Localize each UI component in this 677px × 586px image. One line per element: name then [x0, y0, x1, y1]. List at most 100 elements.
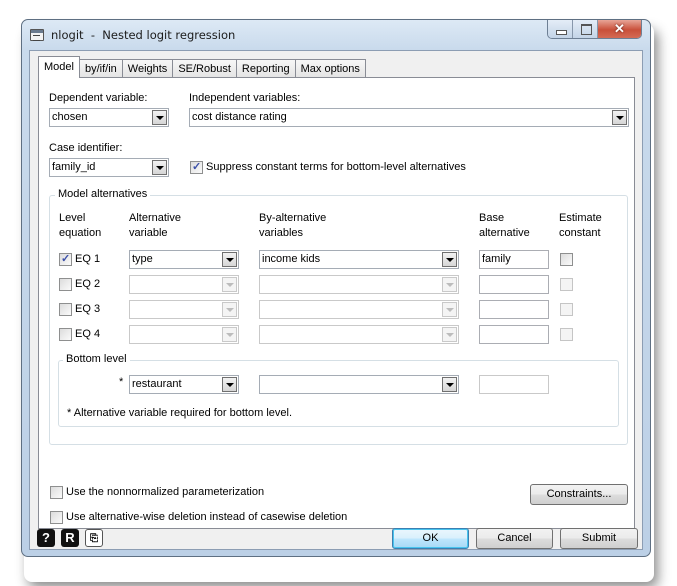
- tab-by-if-in[interactable]: by/if/in: [78, 59, 123, 78]
- eq1-base-alternative-input[interactable]: family: [479, 250, 549, 269]
- eq2-alternative-combo[interactable]: [129, 275, 239, 294]
- eq1-alternative-combo[interactable]: type: [129, 250, 239, 269]
- tab-se-robust[interactable]: SE/Robust: [172, 59, 237, 78]
- tab-weights[interactable]: Weights: [121, 59, 174, 78]
- header-variable: variable: [129, 227, 168, 239]
- eq3-by-alternative-combo[interactable]: [259, 300, 459, 319]
- dropdown-arrow-icon[interactable]: [612, 110, 627, 125]
- tab-model[interactable]: Model: [38, 56, 80, 78]
- eq4-alternative-combo[interactable]: [129, 325, 239, 344]
- eq4-checkbox[interactable]: [59, 328, 72, 341]
- caption-buttons: ✕: [547, 20, 642, 39]
- eq3-checkbox[interactable]: [59, 303, 72, 316]
- help-icon[interactable]: ?: [37, 529, 55, 547]
- eq2-base-alternative-input[interactable]: [479, 275, 549, 294]
- model-tab-panel: Dependent variable: chosen Independent v…: [38, 77, 635, 529]
- eq4-estimate-constant-checkbox[interactable]: [560, 328, 573, 341]
- submit-button[interactable]: Submit: [560, 528, 638, 549]
- close-icon: ✕: [614, 21, 625, 36]
- case-identifier-combo[interactable]: family_id: [49, 158, 169, 177]
- model-alternatives-group: Model alternatives Level equation Altern…: [49, 188, 628, 445]
- eq4-base-alternative-input[interactable]: [479, 325, 549, 344]
- suppress-constant-checkbox[interactable]: [190, 160, 203, 174]
- bottom-level-group: Bottom level * restaurant * Alternative …: [58, 353, 619, 427]
- case-identifier-label: Case identifier:: [49, 142, 123, 154]
- bottom-level-note: * Alternative variable required for bott…: [67, 407, 293, 419]
- eq1-base-alternative-value: family: [482, 253, 511, 265]
- case-identifier-value: family_id: [52, 161, 96, 173]
- suppress-constant-label: Suppress constant terms for bottom-level…: [206, 161, 466, 173]
- eq1-estimate-constant-checkbox[interactable]: [560, 253, 573, 266]
- alternative-wise-deletion-label: Use alternative-wise deletion instead of…: [66, 511, 348, 523]
- dropdown-arrow-icon[interactable]: [222, 302, 237, 317]
- dropdown-arrow-icon[interactable]: [442, 277, 457, 292]
- minimize-button[interactable]: [548, 20, 573, 38]
- bottom-alternative-combo[interactable]: restaurant: [129, 375, 239, 394]
- bottom-by-alternative-combo[interactable]: [259, 375, 459, 394]
- model-alternatives-title: Model alternatives: [55, 188, 151, 200]
- reset-icon[interactable]: R: [61, 529, 79, 547]
- eq2-by-alternative-combo[interactable]: [259, 275, 459, 294]
- eq2-estimate-constant-checkbox[interactable]: [560, 278, 573, 291]
- eq1-checkbox[interactable]: [59, 252, 72, 266]
- eq1-by-alternative-value: income kids: [262, 253, 321, 265]
- dropdown-arrow-icon[interactable]: [152, 110, 167, 125]
- eq4-label: EQ 4: [75, 328, 101, 340]
- window-title: nlogit - Nested logit regression: [51, 28, 236, 42]
- tab-bar: Model by/if/in Weights SE/Robust Reporti…: [38, 56, 366, 78]
- tab-reporting[interactable]: Reporting: [235, 59, 296, 78]
- header-level: Level: [59, 212, 86, 224]
- title-bar[interactable]: nlogit - Nested logit regression ✕: [22, 20, 650, 50]
- independent-variables-value: cost distance rating: [192, 111, 287, 123]
- eq1-label: EQ 1: [75, 253, 101, 265]
- eq3-estimate-constant-checkbox[interactable]: [560, 303, 573, 316]
- bottom-base-alternative-input[interactable]: [479, 375, 549, 394]
- dropdown-arrow-icon[interactable]: [222, 327, 237, 342]
- cancel-button[interactable]: Cancel: [476, 528, 553, 549]
- header-variables: variables: [259, 227, 304, 239]
- bottom-alternative-value: restaurant: [132, 378, 182, 390]
- dependent-variable-value: chosen: [52, 111, 88, 123]
- independent-variables-combo[interactable]: cost distance rating: [189, 108, 629, 127]
- dropdown-arrow-icon[interactable]: [222, 377, 237, 392]
- eq1-by-alternative-combo[interactable]: income kids: [259, 250, 459, 269]
- header-base-alternative: alternative: [479, 227, 530, 239]
- constraints-button[interactable]: Constraints...: [530, 484, 628, 505]
- dialog-client: Model by/if/in Weights SE/Robust Reporti…: [29, 50, 643, 550]
- header-alternative: Alternative: [129, 212, 181, 224]
- dropdown-arrow-icon[interactable]: [222, 252, 237, 267]
- nonnormalized-label: Use the nonnormalized parameterization: [66, 486, 265, 498]
- independent-variables-label: Independent variables:: [189, 92, 301, 104]
- dropdown-arrow-icon[interactable]: [442, 327, 457, 342]
- alternative-wise-deletion-checkbox[interactable]: [50, 511, 63, 524]
- header-base: Base: [479, 212, 505, 224]
- dependent-variable-label: Dependent variable:: [49, 92, 148, 104]
- dialog-window: nlogit - Nested logit regression ✕ Model…: [21, 19, 651, 557]
- tab-max-options[interactable]: Max options: [294, 59, 366, 78]
- dependent-variable-combo[interactable]: chosen: [49, 108, 169, 127]
- maximize-button[interactable]: [573, 20, 598, 38]
- eq3-base-alternative-input[interactable]: [479, 300, 549, 319]
- eq2-checkbox[interactable]: [59, 278, 72, 291]
- header-by-alternative: By-alternative: [259, 212, 327, 224]
- bottom-level-title: Bottom level: [63, 353, 130, 365]
- dropdown-arrow-icon[interactable]: [222, 277, 237, 292]
- header-equation: equation: [59, 227, 102, 239]
- dropdown-arrow-icon[interactable]: [442, 377, 457, 392]
- eq3-label: EQ 3: [75, 303, 101, 315]
- dropdown-arrow-icon[interactable]: [152, 160, 167, 175]
- eq2-label: EQ 2: [75, 278, 101, 290]
- dialog-icon: [30, 29, 44, 41]
- header-constant: constant: [559, 227, 601, 239]
- close-button[interactable]: ✕: [598, 20, 641, 38]
- copy-command-icon[interactable]: ⎘: [85, 529, 103, 547]
- required-asterisk: *: [119, 376, 124, 388]
- eq1-alternative-value: type: [132, 253, 153, 265]
- eq4-by-alternative-combo[interactable]: [259, 325, 459, 344]
- eq3-alternative-combo[interactable]: [129, 300, 239, 319]
- nonnormalized-checkbox[interactable]: [50, 486, 63, 499]
- dropdown-arrow-icon[interactable]: [442, 252, 457, 267]
- header-estimate: Estimate: [559, 212, 602, 224]
- dropdown-arrow-icon[interactable]: [442, 302, 457, 317]
- ok-button[interactable]: OK: [392, 528, 469, 549]
